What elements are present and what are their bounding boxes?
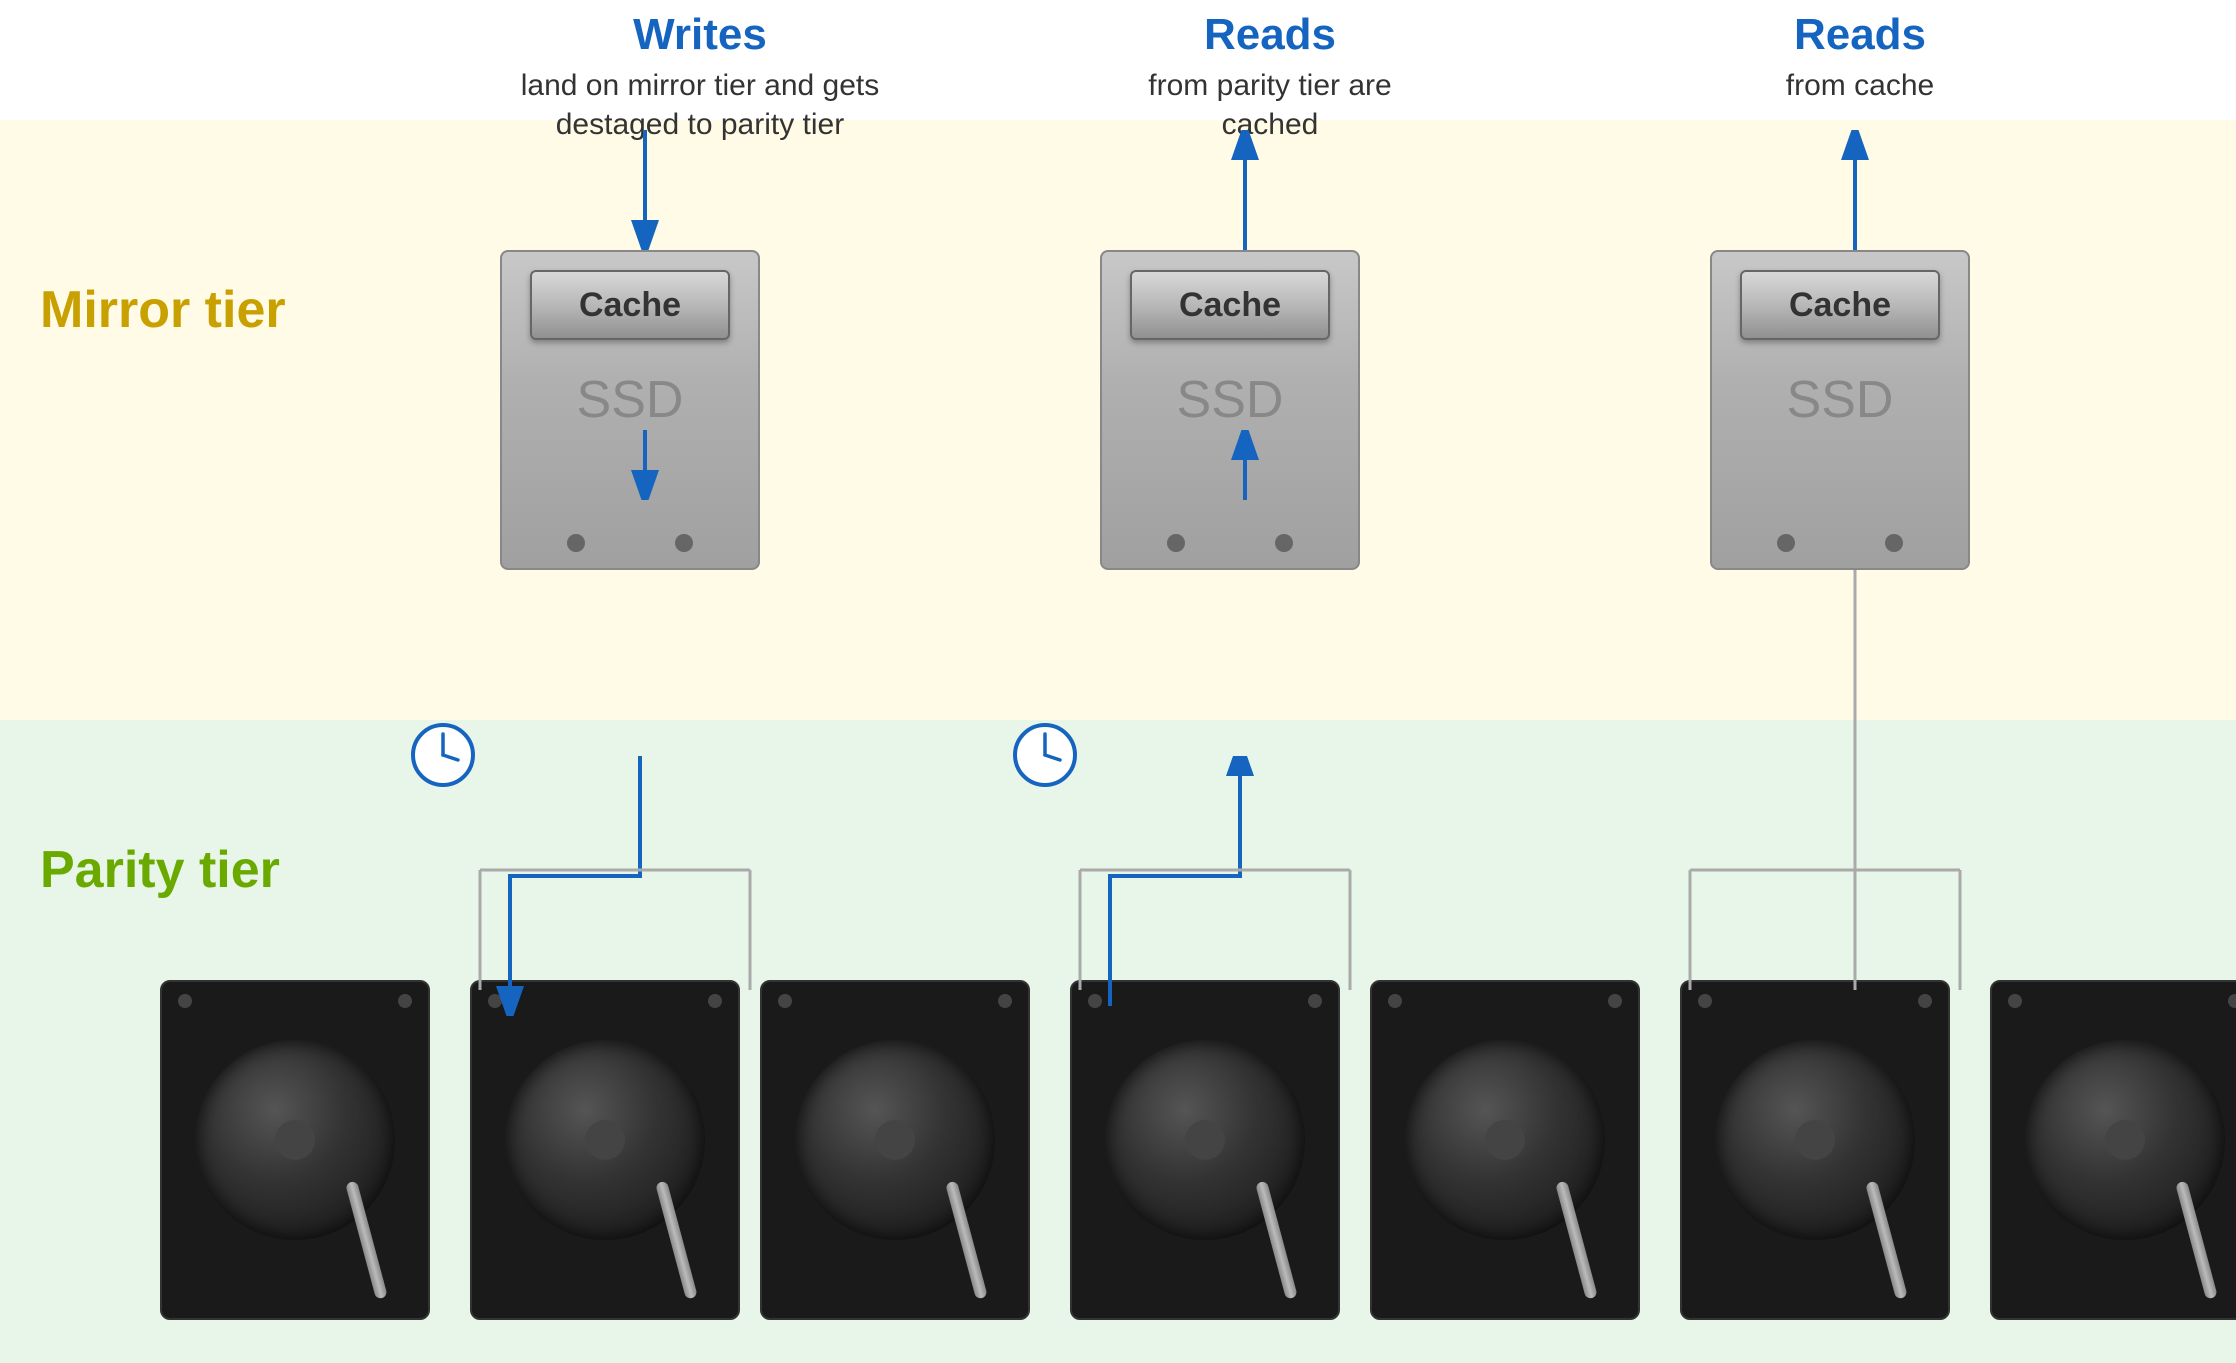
col1-clock-icon bbox=[408, 720, 478, 790]
col2-ssd-dot-left bbox=[1167, 534, 1185, 552]
col2-clock-icon bbox=[1010, 720, 1080, 790]
hdd2-dot-left bbox=[488, 994, 502, 1008]
hdd3-platter bbox=[795, 1040, 995, 1240]
col1-cache-button: Cache bbox=[530, 270, 730, 340]
hdd5-platter bbox=[1405, 1040, 1605, 1240]
col3-hdd7 bbox=[1990, 980, 2236, 1320]
hdd7-platter bbox=[2025, 1040, 2225, 1240]
hdd5-dot-left bbox=[1388, 994, 1402, 1008]
hdd1-dot-right bbox=[398, 994, 412, 1008]
hdd2-platter bbox=[505, 1040, 705, 1240]
col2-subtitle: from parity tier arecached bbox=[1070, 66, 1470, 144]
col3-ssd-dot-right bbox=[1885, 534, 1903, 552]
hdd1-dot-left bbox=[178, 994, 192, 1008]
col1-title: Writes bbox=[500, 10, 900, 60]
col1-ssd-dot-left bbox=[567, 534, 585, 552]
col1-hdd2 bbox=[470, 980, 740, 1320]
col2-ssd-unit: Cache SSD bbox=[1100, 250, 1360, 570]
hdd6-platter bbox=[1715, 1040, 1915, 1240]
col3-hdd6 bbox=[1680, 980, 1950, 1320]
col3-ssd-unit: Cache SSD bbox=[1710, 250, 1970, 570]
hdd4-dot-right bbox=[1308, 994, 1322, 1008]
col2-title: Reads bbox=[1070, 10, 1470, 60]
hdd6-dot-right bbox=[1918, 994, 1932, 1008]
col2-ssd-label: SSD bbox=[1177, 370, 1284, 430]
col3-hdd5 bbox=[1370, 980, 1640, 1320]
mirror-tier-label: Mirror tier bbox=[40, 280, 286, 340]
hdd4-platter bbox=[1105, 1040, 1305, 1240]
diagram-container: Mirror tier Parity tier Writes land on m… bbox=[0, 0, 2236, 1363]
hdd1-platter bbox=[195, 1040, 395, 1240]
col3-title: Reads bbox=[1680, 10, 2040, 60]
col2-hdd4 bbox=[1070, 980, 1340, 1320]
col1-ssd-label: SSD bbox=[577, 370, 684, 430]
hdd5-dot-right bbox=[1608, 994, 1622, 1008]
hdd6-dot-left bbox=[1698, 994, 1712, 1008]
col1-subtitle: land on mirror tier and getsdestaged to … bbox=[500, 66, 900, 144]
hdd4-dot-left bbox=[1088, 994, 1102, 1008]
col2-ssd-dot-right bbox=[1275, 534, 1293, 552]
hdd3-dot-left bbox=[778, 994, 792, 1008]
col2-header: Reads from parity tier arecached bbox=[1070, 10, 1470, 144]
col3-ssd-label: SSD bbox=[1787, 370, 1894, 430]
hdd3-dot-right bbox=[998, 994, 1012, 1008]
hdd2-dot-right bbox=[708, 994, 722, 1008]
col3-cache-button: Cache bbox=[1740, 270, 1940, 340]
col2-cache-button: Cache bbox=[1130, 270, 1330, 340]
hdd7-dot-left bbox=[2008, 994, 2022, 1008]
col1-hdd1 bbox=[160, 980, 430, 1320]
col2-hdd3 bbox=[760, 980, 1030, 1320]
col3-header: Reads from cache bbox=[1680, 10, 2040, 105]
col3-ssd-dot-left bbox=[1777, 534, 1795, 552]
parity-tier-label: Parity tier bbox=[40, 840, 280, 900]
col1-header: Writes land on mirror tier and getsdesta… bbox=[500, 10, 900, 144]
hdd7-dot-right bbox=[2228, 994, 2236, 1008]
col1-ssd-dot-right bbox=[675, 534, 693, 552]
col1-ssd-unit: Cache SSD bbox=[500, 250, 760, 570]
col3-subtitle: from cache bbox=[1680, 66, 2040, 105]
